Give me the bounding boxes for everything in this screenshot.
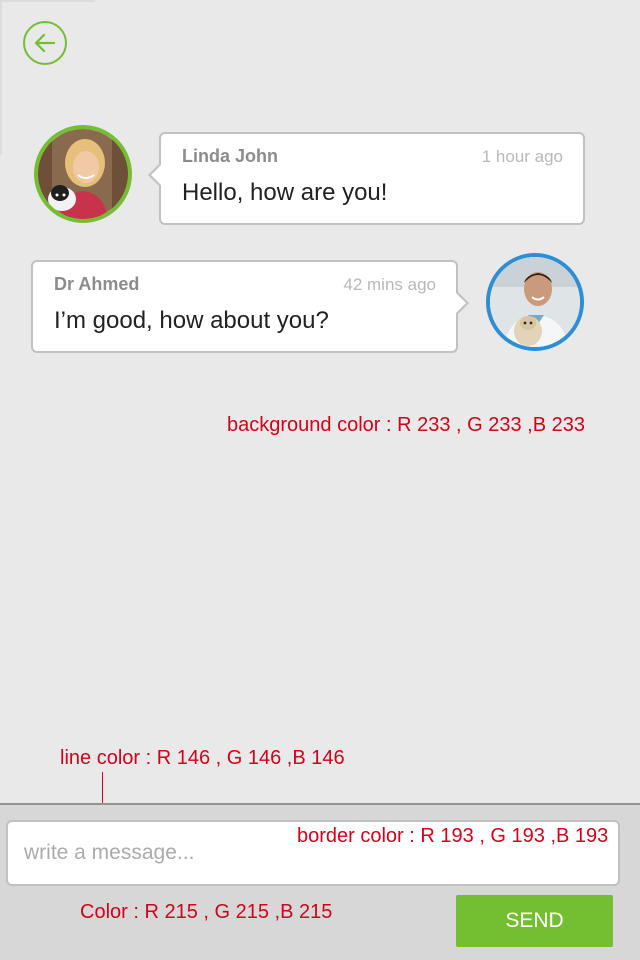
linda-avatar[interactable] xyxy=(34,125,132,223)
message-bubble: Linda John 1 hour ago Hello, how are you… xyxy=(148,132,585,225)
sender-name: Dr Ahmed xyxy=(54,274,140,294)
bubble-tail-fill xyxy=(151,164,162,186)
message-text: Hello, how are you! xyxy=(182,179,388,206)
message-time: 42 mins ago xyxy=(343,275,436,294)
annotation-background-color: background color : R 233 , G 233 ,B 233 xyxy=(227,414,585,436)
user-photo-icon xyxy=(38,129,128,219)
left-edge-line xyxy=(0,0,2,155)
bubble-tail-fill xyxy=(455,292,466,314)
message-time: 1 hour ago xyxy=(481,147,563,166)
annotation-line-color: line color : R 146 , G 146 ,B 146 xyxy=(60,747,345,769)
annotation-fill-color: Color : R 215 , G 215 ,B 215 xyxy=(80,901,333,923)
sender-name: Linda John xyxy=(182,146,278,166)
arrow-left-icon xyxy=(34,33,56,53)
ahmed-avatar[interactable] xyxy=(486,253,584,351)
top-edge-line xyxy=(0,0,95,2)
doctor-photo-icon xyxy=(490,257,580,347)
annotation-border-color: border color : R 193 , G 193 ,B 193 xyxy=(297,825,609,847)
message-bubble: Dr Ahmed 42 mins ago I’m good, how about… xyxy=(31,260,469,353)
back-button[interactable] xyxy=(23,21,67,65)
send-button[interactable]: SEND xyxy=(456,895,613,947)
annotation-pointer-line xyxy=(102,772,103,804)
message-text: I’m good, how about you? xyxy=(54,307,329,334)
